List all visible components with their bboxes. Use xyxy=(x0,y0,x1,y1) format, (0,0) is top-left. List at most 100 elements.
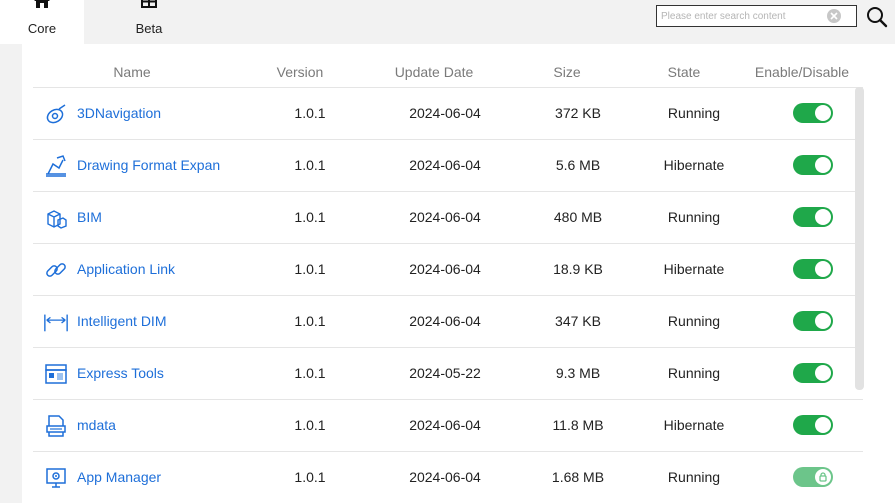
plugin-name-cell: mdata xyxy=(43,400,116,451)
size-cell: 347 KB xyxy=(555,313,601,329)
plugin-name-cell: Application Link xyxy=(43,244,175,295)
plugin-name-cell: Express Tools xyxy=(43,348,164,399)
plugin-name-link[interactable]: Drawing Format Expan xyxy=(77,140,220,191)
table-row: mdata 1.0.1 2024-06-04 11.8 MB Hibernate xyxy=(33,399,863,451)
dimension-icon xyxy=(43,309,69,335)
plugin-name-link[interactable]: Intelligent DIM xyxy=(77,296,166,347)
plugin-name-cell: BIM xyxy=(43,192,102,243)
table-row: 3DNavigation 1.0.1 2024-06-04 372 KB Run… xyxy=(33,87,863,139)
enable-toggle[interactable] xyxy=(793,311,833,331)
plugin-name-link[interactable]: App Manager xyxy=(77,452,161,503)
home-icon xyxy=(33,0,51,11)
table-row: Application Link 1.0.1 2024-06-04 18.9 K… xyxy=(33,243,863,295)
toggle-knob xyxy=(815,209,831,225)
tab-beta-label: Beta xyxy=(135,21,163,36)
drawing-format-icon xyxy=(43,153,69,179)
date-cell: 2024-06-04 xyxy=(409,105,481,121)
state-cell: Hibernate xyxy=(663,261,725,277)
plugin-name-cell: Intelligent DIM xyxy=(43,296,166,347)
plugin-name-cell: App Manager xyxy=(43,452,161,503)
state-cell: Running xyxy=(667,313,721,329)
toggle-knob xyxy=(815,313,831,329)
link-icon xyxy=(43,257,69,283)
size-cell: 5.6 MB xyxy=(555,157,601,173)
enable-toggle[interactable] xyxy=(793,103,833,123)
size-cell: 372 KB xyxy=(555,105,601,121)
toggle-knob xyxy=(815,261,831,277)
column-name: Name xyxy=(113,64,151,80)
plugin-name-link[interactable]: Application Link xyxy=(77,244,175,295)
state-cell: Running xyxy=(667,469,721,485)
lock-icon xyxy=(819,472,827,482)
table-row: Intelligent DIM 1.0.1 2024-06-04 347 KB … xyxy=(33,295,863,347)
toggle-knob xyxy=(815,365,831,381)
bim-icon xyxy=(43,205,69,231)
search-button[interactable] xyxy=(864,4,890,30)
toggle-knob xyxy=(815,417,831,433)
search-input[interactable] xyxy=(661,10,827,22)
clear-search-button[interactable] xyxy=(827,9,841,23)
grid-icon xyxy=(141,0,157,11)
size-cell: 480 MB xyxy=(553,209,603,225)
plugin-name-link[interactable]: mdata xyxy=(77,400,116,451)
column-version: Version xyxy=(276,64,324,80)
table-row: BIM 1.0.1 2024-06-04 480 MB Running xyxy=(33,191,863,243)
mdata-icon xyxy=(43,413,69,439)
table-row: App Manager 1.0.1 2024-06-04 1.68 MB Run… xyxy=(33,451,863,503)
state-cell: Hibernate xyxy=(663,157,725,173)
enable-toggle[interactable] xyxy=(793,415,833,435)
table-header: Name Version Update Date Size State Enab… xyxy=(22,44,895,88)
state-cell: Running xyxy=(667,209,721,225)
express-tools-icon xyxy=(43,361,69,387)
state-cell: Running xyxy=(667,365,721,381)
3d-navigation-icon xyxy=(43,101,69,127)
column-state: State xyxy=(667,64,701,80)
table-row: Drawing Format Expan 1.0.1 2024-06-04 5.… xyxy=(33,139,863,191)
enable-toggle[interactable] xyxy=(793,259,833,279)
date-cell: 2024-06-04 xyxy=(409,469,481,485)
plugin-name-link[interactable]: Express Tools xyxy=(77,348,164,399)
tab-core-label: Core xyxy=(27,21,57,36)
enable-toggle[interactable] xyxy=(793,363,833,383)
plugin-name-cell: Drawing Format Expan xyxy=(43,140,220,191)
date-cell: 2024-06-04 xyxy=(409,261,481,277)
tab-bar: Core Beta xyxy=(0,0,214,44)
close-icon xyxy=(830,12,838,20)
size-cell: 18.9 KB xyxy=(553,261,603,277)
plugin-name-cell: 3DNavigation xyxy=(43,88,161,139)
plugin-table: Name Version Update Date Size State Enab… xyxy=(22,44,895,503)
plugin-name-link[interactable]: 3DNavigation xyxy=(77,88,161,139)
enable-toggle[interactable] xyxy=(793,155,833,175)
toggle-knob xyxy=(815,157,831,173)
column-update-date: Update Date xyxy=(394,64,474,80)
version-cell: 1.0.1 xyxy=(294,105,326,121)
date-cell: 2024-06-04 xyxy=(409,157,481,173)
version-cell: 1.0.1 xyxy=(294,261,326,277)
date-cell: 2024-06-04 xyxy=(409,313,481,329)
enable-toggle[interactable] xyxy=(793,207,833,227)
version-cell: 1.0.1 xyxy=(294,313,326,329)
toggle-knob xyxy=(815,469,831,485)
version-cell: 1.0.1 xyxy=(294,157,326,173)
version-cell: 1.0.1 xyxy=(294,469,326,485)
version-cell: 1.0.1 xyxy=(294,417,326,433)
size-cell: 11.8 MB xyxy=(552,417,604,433)
state-cell: Hibernate xyxy=(663,417,725,433)
search-icon xyxy=(867,7,888,28)
size-cell: 9.3 MB xyxy=(555,365,601,381)
vertical-scrollbar[interactable] xyxy=(855,87,864,390)
date-cell: 2024-06-04 xyxy=(409,209,481,225)
enable-toggle-locked[interactable] xyxy=(793,467,833,487)
table-row: Express Tools 1.0.1 2024-05-22 9.3 MB Ru… xyxy=(33,347,863,399)
size-cell: 1.68 MB xyxy=(551,469,605,485)
app-manager-icon xyxy=(43,465,69,491)
version-cell: 1.0.1 xyxy=(294,209,326,225)
tab-beta[interactable]: Beta xyxy=(84,0,214,44)
toggle-knob xyxy=(815,105,831,121)
tab-core[interactable]: Core xyxy=(0,0,84,44)
column-size: Size xyxy=(553,64,581,80)
date-cell: 2024-06-04 xyxy=(409,417,481,433)
state-cell: Running xyxy=(667,105,721,121)
plugin-name-link[interactable]: BIM xyxy=(77,192,102,243)
date-cell: 2024-05-22 xyxy=(409,365,481,381)
